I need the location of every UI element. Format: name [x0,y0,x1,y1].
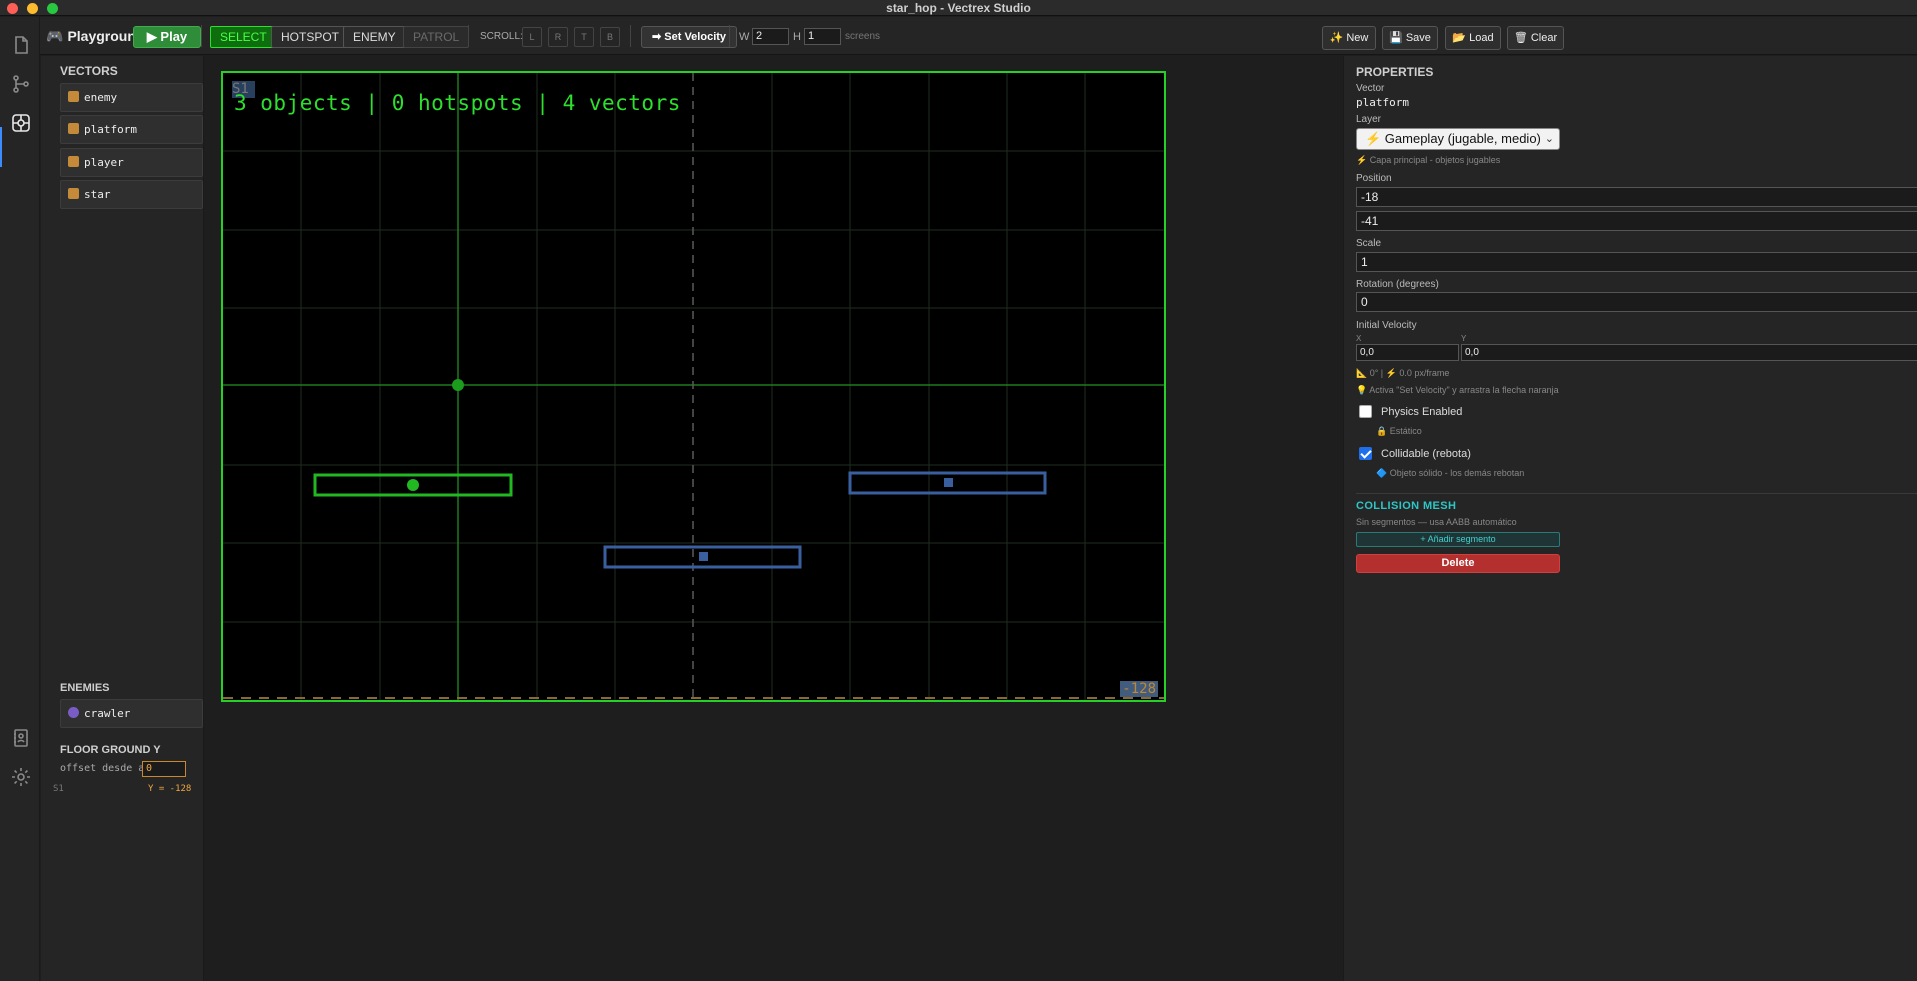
static-hint: 🔒 Estático [1376,426,1422,436]
hud-summary-text: 3 objects | 0 hotspots | 4 vectors [234,91,681,115]
chevron-down-icon: ⌄ [1544,133,1554,145]
initial-velocity-label: Initial Velocity [1356,320,1417,331]
collidable-hint: 🔷 Objeto sólido - los demás rebotan [1376,468,1525,478]
floor-ground-title: FLOOR GROUND Y [60,744,161,756]
platform-handle[interactable] [699,552,708,561]
add-segment-button[interactable]: + Añadir segmento [1356,532,1560,547]
scale-label: Scale [1356,238,1382,249]
scroll-left-button[interactable]: L [522,27,542,47]
contacts-book-icon[interactable] [10,727,32,749]
toolbar-divider [729,25,730,47]
toolbar-divider [468,25,469,47]
load-button[interactable]: 📂 Load [1445,26,1501,50]
floor-offset-input[interactable]: 0 [142,761,186,777]
velocity-y-label: Y [1461,334,1467,343]
save-button[interactable]: 💾 Save [1382,26,1438,50]
velocity-info: 📐 0° | ⚡ 0.0 px/frame [1356,368,1450,378]
height-input[interactable]: 1 [804,28,841,45]
scroll-right-button[interactable]: R [548,27,568,47]
play-button[interactable]: ▶ Play [133,26,201,48]
origin-marker[interactable] [452,379,464,391]
collision-mesh-hint: Sin segmentos — usa AABB automático [1356,517,1517,527]
screens-label: screens [845,31,881,42]
vector-label: Vector [1356,83,1385,94]
vector-item-star[interactable]: star [60,180,203,209]
width-label: W [739,31,750,43]
layer-hint: ⚡ Capa principal - objetos jugables [1356,155,1501,165]
vectors-title: VECTORS [60,64,118,78]
package-icon [68,188,79,199]
platform-handle-selected[interactable] [407,479,419,491]
vector-item-platform[interactable]: platform [60,115,203,144]
layer-select[interactable]: ⚡ Gameplay (jugable, medio) ⌄ [1356,128,1560,150]
collidable-label: Collidable (rebota) [1381,448,1471,460]
position-y-input[interactable]: -41 [1356,211,1917,231]
height-label: H [793,31,801,43]
floor-y-value: Y = -128 [148,784,192,794]
toolbar-divider [201,25,202,47]
gear-icon[interactable] [10,766,32,788]
set-velocity-button[interactable]: ➡ Set Velocity [641,26,738,48]
physics-enabled-label: Physics Enabled [1381,406,1463,418]
enemy-item-crawler[interactable]: crawler [60,699,203,728]
scroll-top-button[interactable]: T [574,27,594,47]
collision-mesh-title: COLLISION MESH [1356,500,1457,512]
scroll-bottom-button[interactable]: B [600,27,620,47]
properties-title: PROPERTIES [1356,65,1434,79]
velocity-hint: 💡 Activa "Set Velocity" y arrastra la fl… [1356,385,1559,395]
vector-value: platform [1356,96,1409,109]
floor-value-tag: -128 [1120,681,1158,697]
clear-button[interactable]: 🗑 Clear [1507,26,1564,50]
gamepad-icon: 🎮 [46,28,64,44]
collidable-checkbox[interactable] [1359,447,1372,460]
active-indicator [0,127,2,167]
package-icon [68,156,79,167]
delete-button[interactable]: Delete [1356,554,1560,573]
title-bar: star_hop - Vectrex Studio [0,0,1917,16]
layer-label: Layer [1356,114,1382,125]
scroll-label: SCROLL: [480,31,523,42]
mode-enemy-button[interactable]: ENEMY [343,26,406,48]
position-x-input[interactable]: -18 [1356,187,1917,207]
app-name: 🎮 Playground [46,28,145,44]
floor-screen-label: S1 [53,784,64,794]
window-title: star_hop - Vectrex Studio [886,1,1031,15]
mode-patrol-button[interactable]: PATROL [403,26,470,48]
mode-select-button[interactable]: SELECT [210,26,277,48]
vector-item-enemy[interactable]: enemy [60,83,203,112]
file-icon[interactable] [10,34,32,56]
position-label: Position [1356,173,1392,184]
vector-item-player[interactable]: player [60,148,203,177]
mode-hotspot-button[interactable]: HOTSPOT [271,26,350,48]
section-divider [1356,493,1917,494]
rotation-input[interactable]: 0 [1356,292,1917,312]
physics-enabled-checkbox[interactable] [1359,405,1372,418]
platform-handle[interactable] [944,478,953,487]
velocity-y-input[interactable]: 0,0 [1461,344,1917,361]
left-panel: VECTORS enemy platform player star ENEMI… [41,56,204,981]
activity-bar [0,17,40,981]
properties-panel: PROPERTIES Vector platform Layer ⚡ Gamep… [1343,56,1917,981]
scene-svg[interactable] [223,73,1164,700]
scale-input[interactable]: 1 [1356,252,1917,272]
enemies-title: ENEMIES [60,682,110,694]
package-icon [68,123,79,134]
alien-icon [68,707,79,718]
new-button[interactable]: ✨ New [1322,26,1376,50]
game-screen-canvas[interactable]: S1 3 objects | 0 hotspots | 4 vectors -1… [221,71,1166,702]
velocity-x-label: X [1356,334,1362,343]
rotation-label: Rotation (degrees) [1356,279,1439,290]
toolbar: 🎮 Playground ▶ Play SELECT HOTSPOT ENEMY… [40,17,1917,55]
velocity-x-input[interactable]: 0,0 [1356,344,1459,361]
toolbar-divider [630,25,631,47]
package-icon [68,91,79,102]
playground-icon[interactable] [10,112,32,134]
git-branch-icon[interactable] [10,73,32,95]
width-input[interactable]: 2 [752,28,789,45]
